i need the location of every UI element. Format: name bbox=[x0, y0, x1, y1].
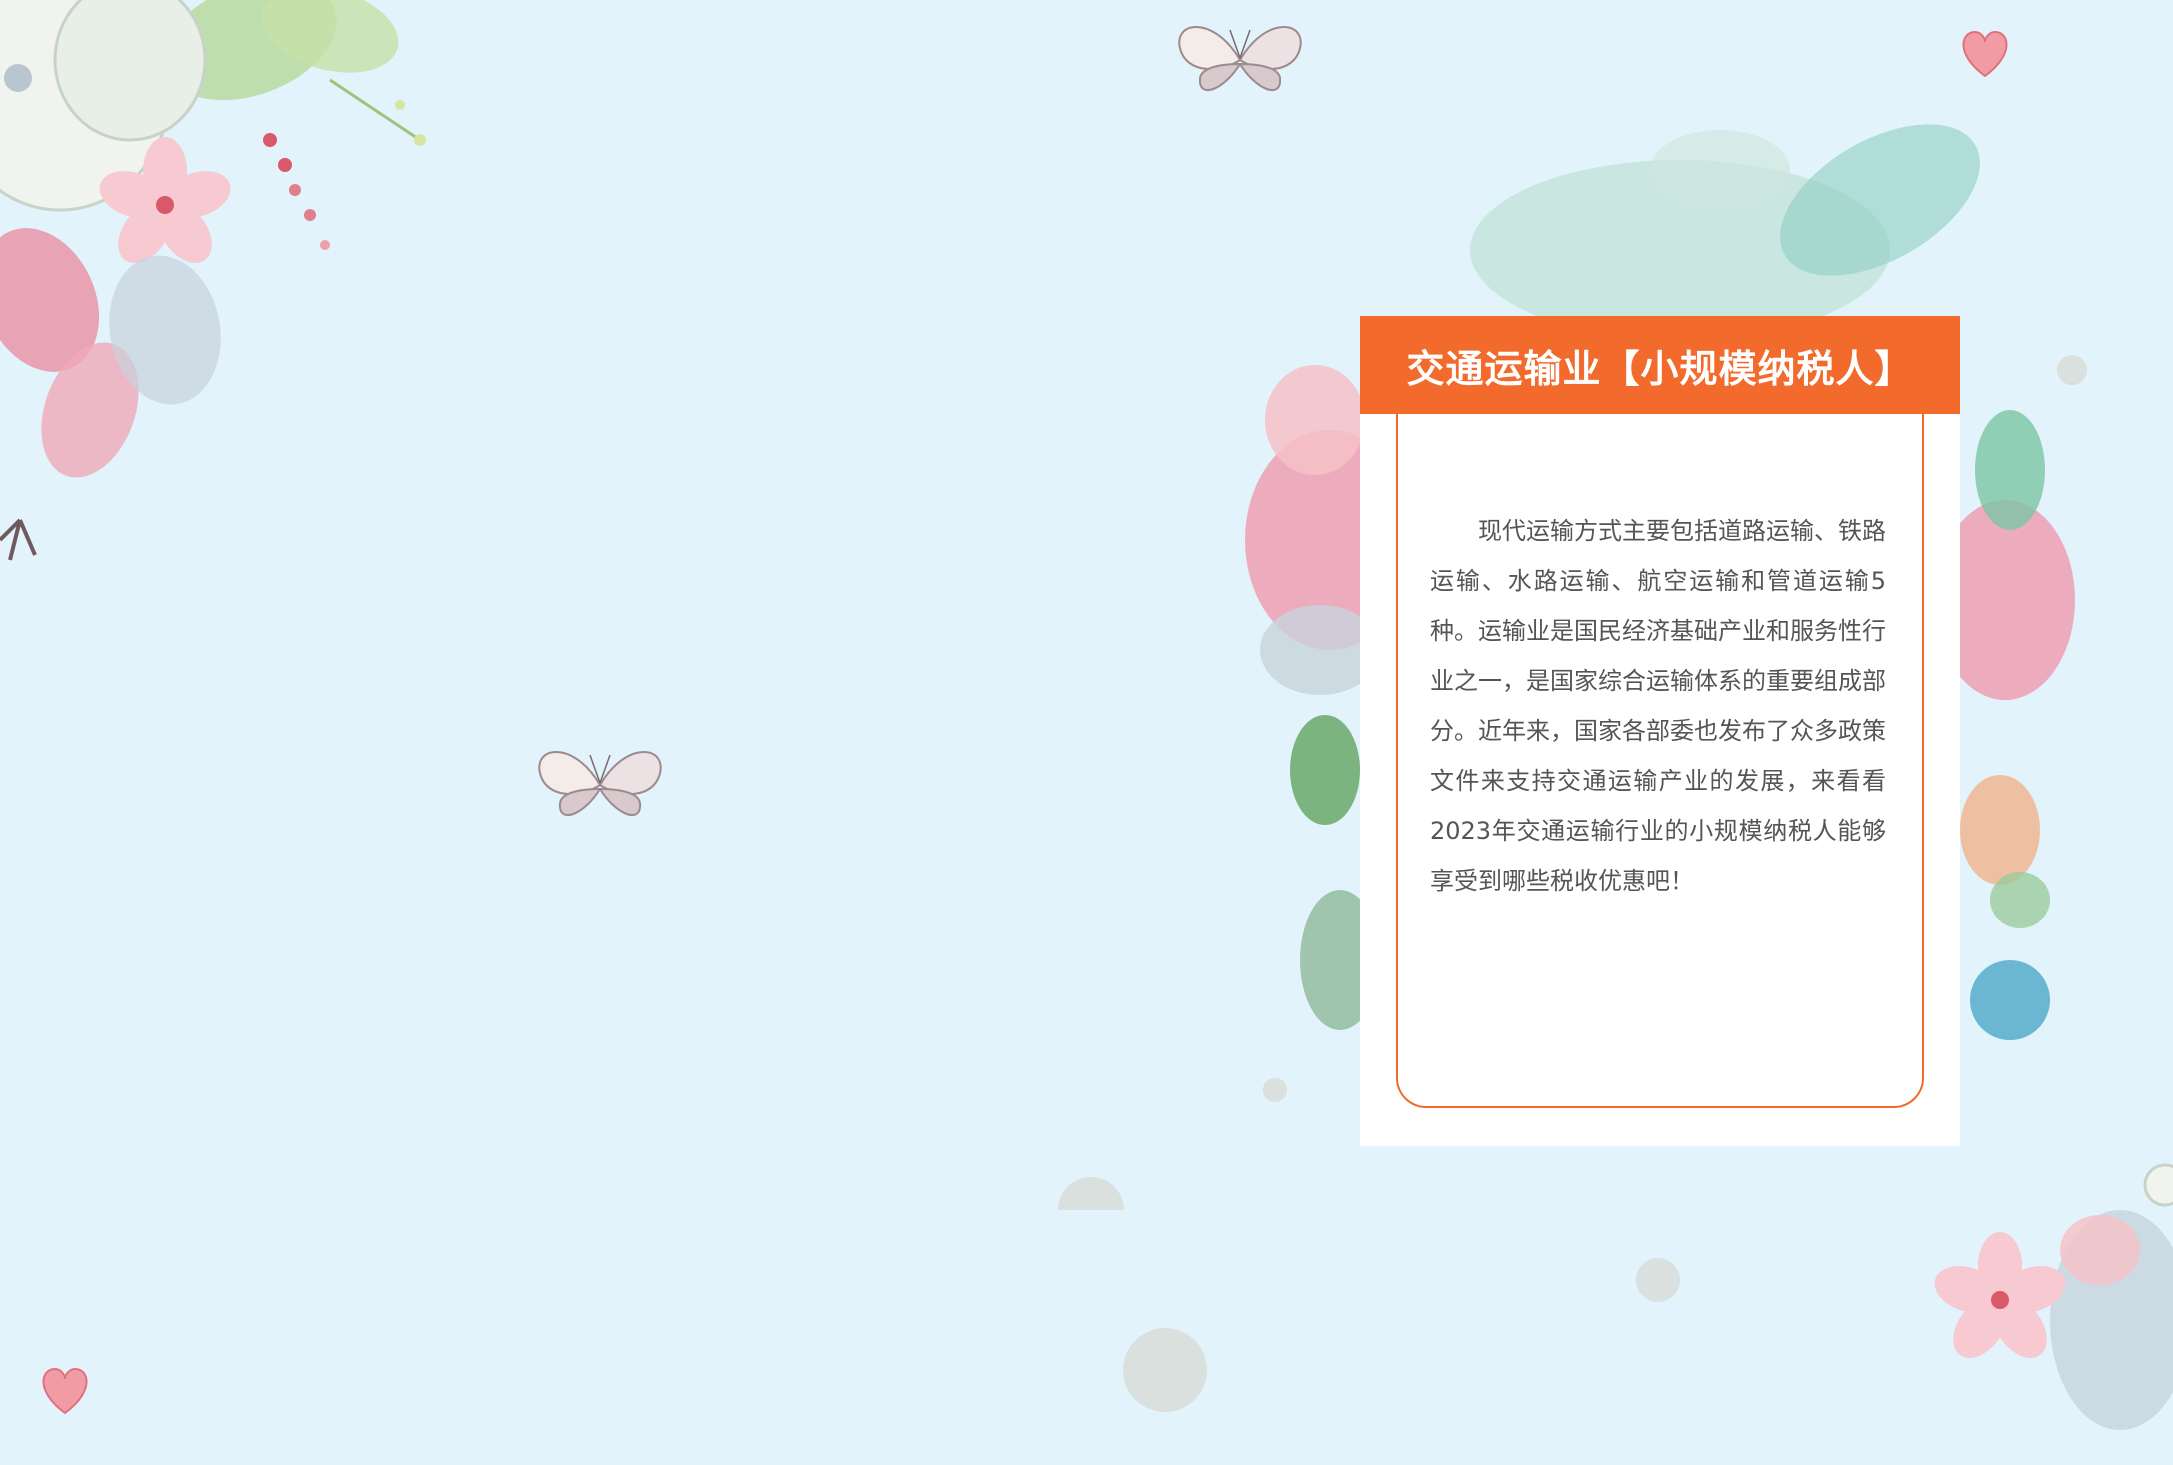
heart-icon bbox=[1962, 31, 2008, 77]
heart-icon bbox=[42, 1368, 88, 1414]
card-header: 交通运输业【小规模纳税人】 bbox=[1360, 316, 1960, 414]
bokeh-circles-icon bbox=[1058, 1177, 1680, 1412]
bottom-right-floral-cluster-icon bbox=[1928, 1163, 2173, 1430]
info-card: 交通运输业【小规模纳税人】 现代运输方式主要包括道路运输、铁路运输、水路运输、航… bbox=[1360, 316, 1960, 1146]
card-title: 交通运输业【小规模纳税人】 bbox=[1406, 346, 1914, 391]
top-left-floral-cluster-icon bbox=[0, 0, 426, 561]
butterfly-icon bbox=[1178, 25, 1302, 92]
butterfly-icon bbox=[538, 750, 662, 817]
card-body-text: 现代运输方式主要包括道路运输、铁路运输、水路运输、航空运输和管道运输5种。运输业… bbox=[1430, 517, 1886, 895]
